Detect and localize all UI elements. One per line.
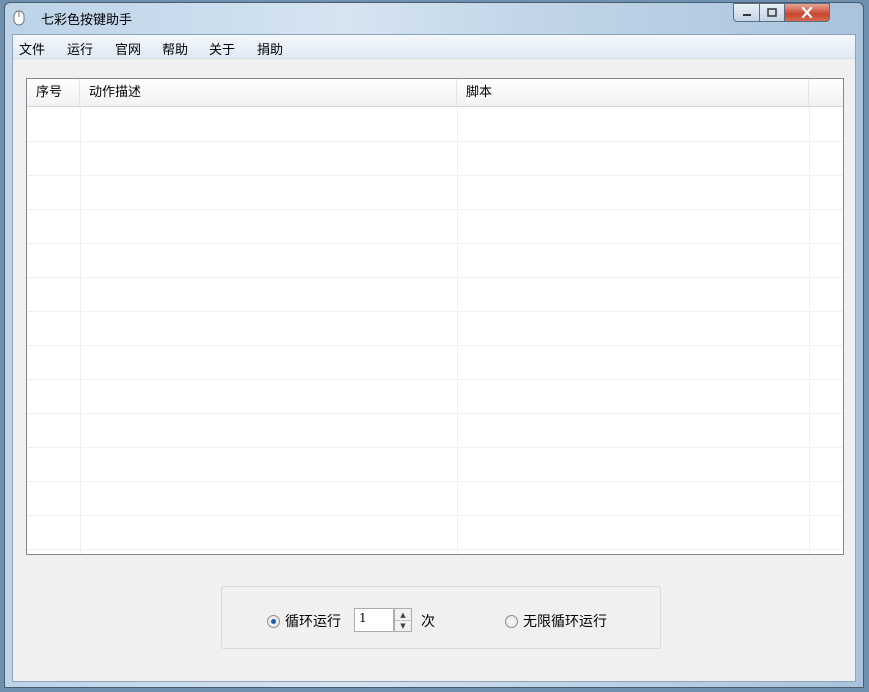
maximize-icon	[767, 8, 777, 17]
row-gridline	[27, 345, 843, 346]
row-gridline	[27, 277, 843, 278]
menu-file[interactable]: 文件	[19, 39, 45, 58]
column-header-index[interactable]: 序号	[27, 79, 80, 106]
window-title: 七彩色按键助手	[41, 13, 133, 28]
menu-run[interactable]: 运行	[67, 39, 93, 58]
loop-count-input[interactable]: 1	[354, 608, 394, 632]
row-gridline	[27, 311, 843, 312]
row-gridline	[27, 481, 843, 482]
row-gridline	[27, 413, 843, 414]
arrow-down-icon: ▼	[400, 621, 406, 630]
loop-radio[interactable]	[267, 615, 280, 628]
column-header-description[interactable]: 动作描述	[80, 79, 457, 106]
row-gridline	[27, 141, 843, 142]
row-gridline	[27, 515, 843, 516]
mouse-icon	[13, 10, 25, 26]
script-list[interactable]: 序号 动作描述 脚本	[26, 78, 844, 555]
minimize-button[interactable]	[733, 3, 760, 22]
column-header-script[interactable]: 脚本	[457, 79, 809, 106]
close-button[interactable]	[784, 3, 830, 22]
app-window: 七彩色按键助手 文件 运行 官网 帮助 关于 捐助 序号 动作描述 脚本 循环运…	[4, 2, 864, 688]
loop-options-group: 循环运行 1 ▲ ▼ 次 无限循环运行	[221, 586, 661, 649]
list-header: 序号 动作描述 脚本	[27, 79, 843, 107]
client-area: 文件 运行 官网 帮助 关于 捐助 序号 动作描述 脚本 循环运行 1 ▲ ▼	[12, 34, 856, 682]
maximize-button[interactable]	[759, 3, 785, 22]
loop-count-unit: 次	[421, 614, 435, 630]
row-gridline	[27, 243, 843, 244]
menu-about[interactable]: 关于	[209, 39, 235, 58]
arrow-up-icon: ▲	[400, 610, 406, 619]
menu-donate[interactable]: 捐助	[257, 39, 283, 58]
loop-count-stepper: ▲ ▼	[394, 608, 412, 632]
title-bar[interactable]: 七彩色按键助手	[5, 3, 863, 33]
close-icon	[801, 7, 813, 18]
menu-website[interactable]: 官网	[115, 39, 141, 58]
row-gridline	[27, 379, 843, 380]
spin-down-button[interactable]: ▼	[395, 620, 411, 631]
menu-bar: 文件 运行 官网 帮助 关于 捐助	[13, 35, 855, 59]
infinite-loop-label[interactable]: 无限循环运行	[523, 611, 607, 631]
minimize-icon	[742, 13, 751, 16]
row-gridline	[27, 175, 843, 176]
row-gridline	[27, 209, 843, 210]
row-gridline	[27, 447, 843, 448]
row-gridline	[27, 549, 843, 550]
menu-help[interactable]: 帮助	[162, 39, 188, 58]
infinite-loop-radio[interactable]	[505, 615, 518, 628]
loop-label[interactable]: 循环运行	[285, 611, 341, 631]
